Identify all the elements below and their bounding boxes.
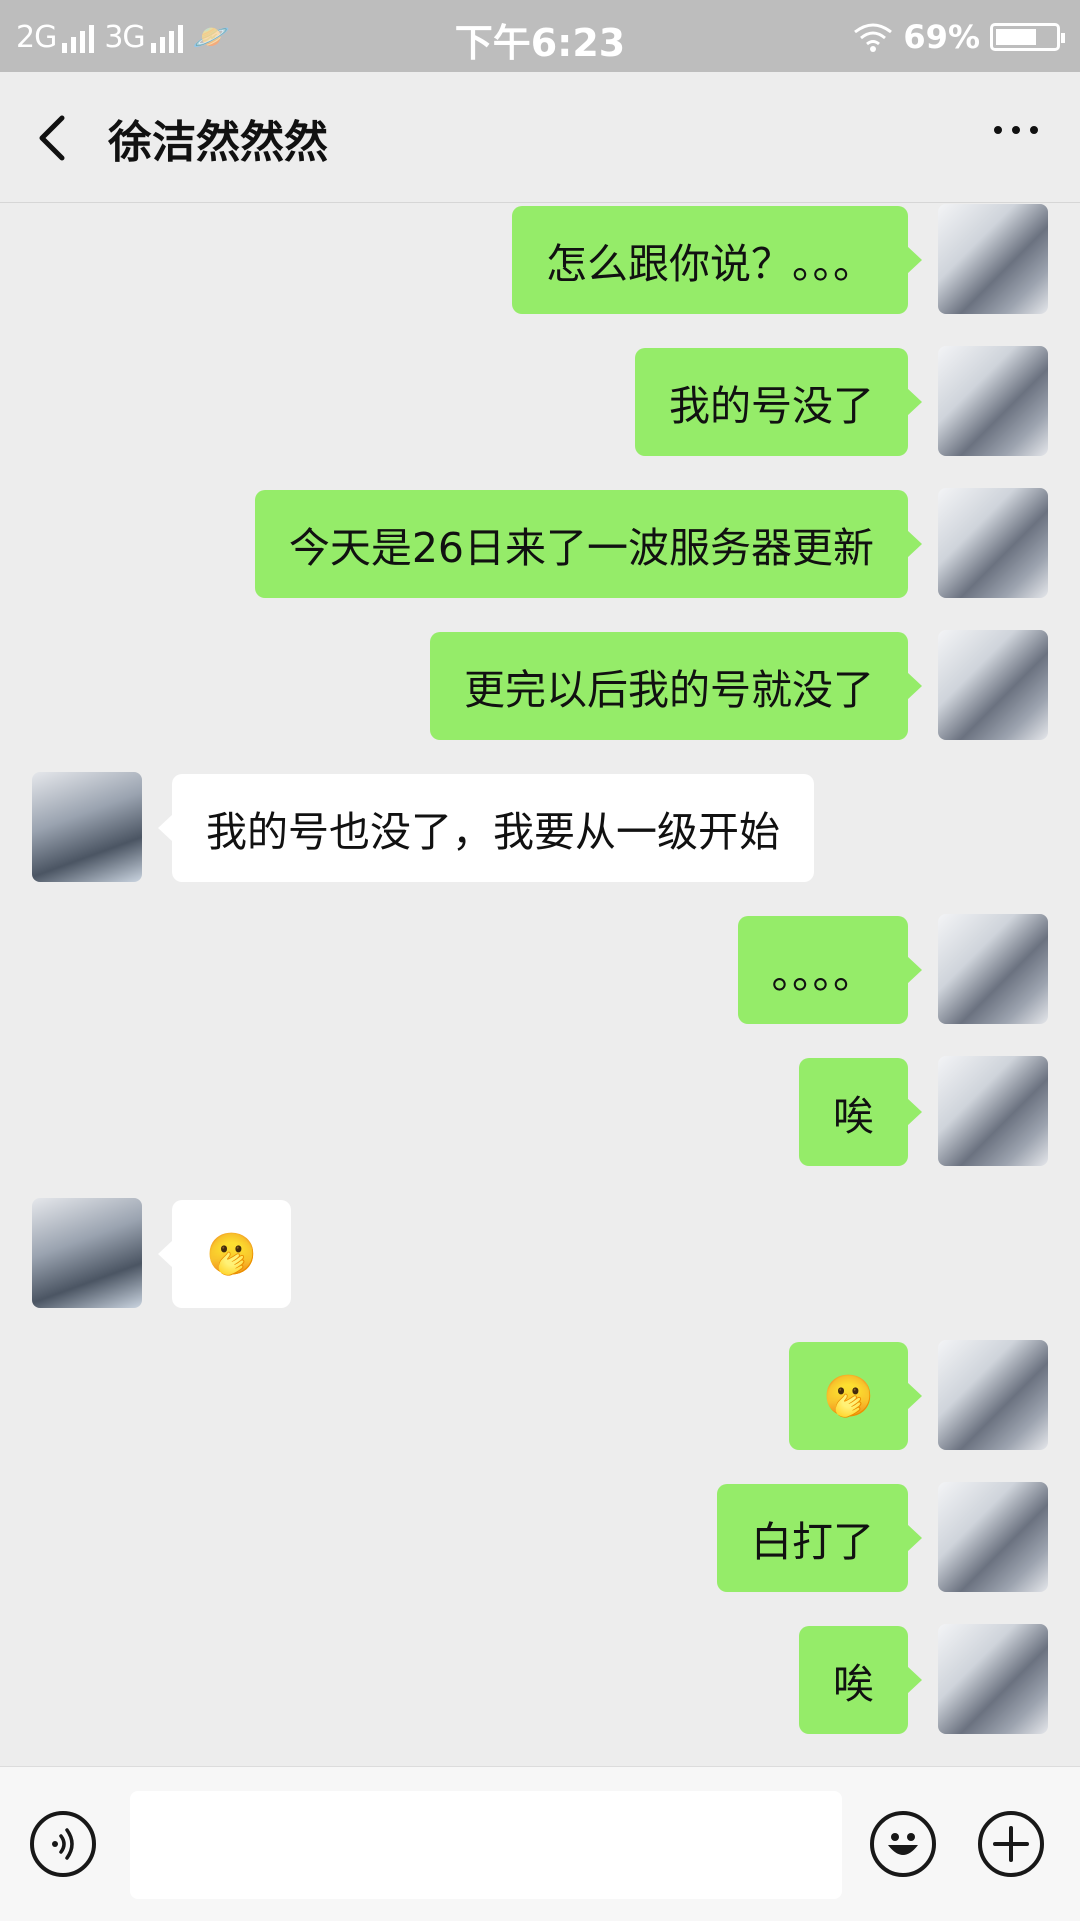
battery-percent: 69% — [903, 18, 980, 56]
voice-icon[interactable] — [30, 1811, 96, 1877]
chat-title: 徐洁然然然 — [108, 117, 328, 168]
message-bubble[interactable]: 今天是26日来了一波服务器更新 — [254, 490, 923, 598]
battery-icon — [990, 23, 1065, 51]
contact-avatar[interactable] — [32, 772, 142, 882]
my-avatar[interactable] — [938, 630, 1048, 740]
plus-icon[interactable] — [978, 1811, 1044, 1877]
message-bubble[interactable]: 唉 — [799, 1058, 922, 1166]
input-bar — [0, 1766, 1080, 1921]
chevron-left-icon[interactable] — [32, 110, 82, 166]
my-avatar[interactable] — [938, 204, 1048, 314]
message-bubble[interactable]: 🫢 — [788, 1342, 923, 1450]
my-avatar[interactable] — [938, 1482, 1048, 1592]
battery-level — [996, 29, 1036, 45]
message-bubble[interactable]: 我的号也没了，我要从一级开始 — [158, 774, 814, 882]
message-bubble[interactable]: 更完以后我的号就没了 — [430, 632, 922, 740]
status-right: 69% — [853, 18, 1065, 56]
my-avatar[interactable] — [938, 1624, 1048, 1734]
message-bubble[interactable]: 白打了 — [717, 1484, 922, 1592]
message-bubble[interactable]: 我的号没了 — [635, 348, 922, 456]
contact-avatar[interactable] — [32, 1198, 142, 1308]
wifi-icon — [854, 23, 893, 52]
emoji-icon[interactable] — [870, 1811, 936, 1877]
chat-header: 徐洁然然然 — [0, 72, 1080, 203]
message-input[interactable] — [130, 1791, 842, 1899]
my-avatar[interactable] — [938, 346, 1048, 456]
message-bubble[interactable]: 。。。。 — [737, 916, 922, 1024]
my-avatar[interactable] — [938, 1056, 1048, 1166]
my-avatar[interactable] — [938, 914, 1048, 1024]
status-bar: 2G 3G 🪐 下午6:23 69% — [0, 0, 1080, 72]
message-bubble[interactable]: 怎么跟你说？。。。 — [512, 206, 922, 314]
message-bubble[interactable]: 🫢 — [157, 1200, 292, 1308]
my-avatar[interactable] — [938, 1340, 1048, 1450]
message-bubble[interactable]: 唉 — [799, 1626, 922, 1734]
my-avatar[interactable] — [938, 488, 1048, 598]
more-icon[interactable] — [994, 126, 1038, 134]
